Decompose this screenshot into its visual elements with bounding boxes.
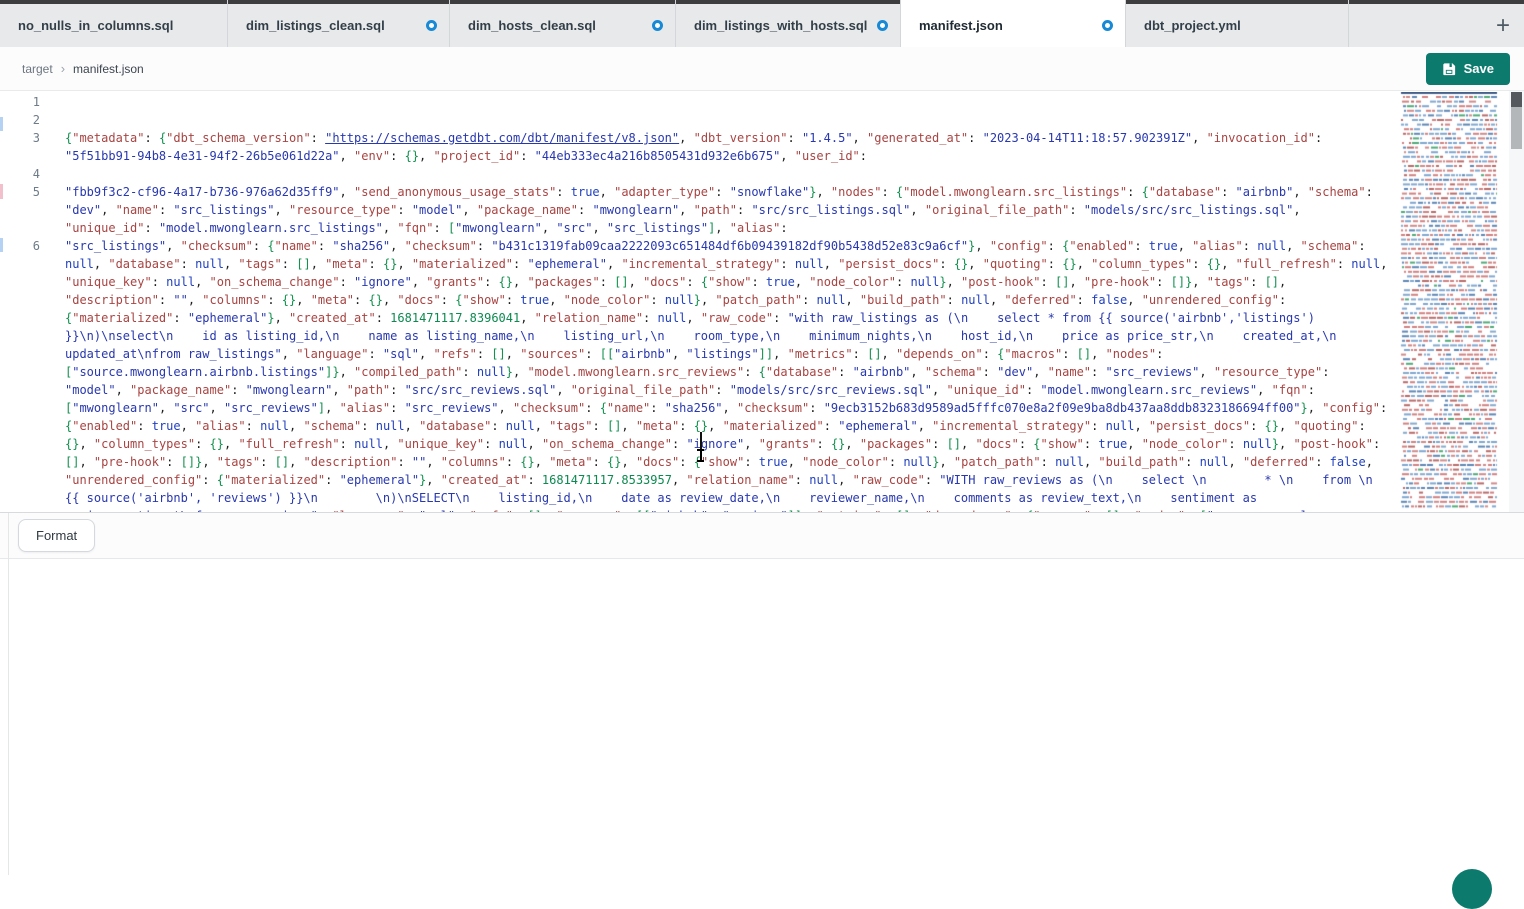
tab-label: dim_listings_clean.sql [246,18,385,33]
editor-footer-toolbar: Format [0,512,1524,559]
gutter-change-marker [0,184,3,199]
text-caret [700,432,702,449]
tab-manifest-json[interactable]: manifest.json [901,0,1126,47]
chevron-right-icon: › [61,61,65,76]
tab-label: dbt_project.yml [1144,18,1241,33]
unsaved-changes-dot[interactable] [1102,20,1113,31]
gutter-change-marker [0,117,3,131]
code-line: 1 [0,93,1524,111]
line-number: 5 [0,183,40,237]
code-text[interactable] [65,165,1394,183]
file-header-bar: target › manifest.json Save [0,47,1524,91]
tab-no-nulls-in-columns-sql[interactable]: no_nulls_in_columns.sql [0,0,228,47]
tab-dim-listings-with-hosts-sql[interactable]: dim_listings_with_hosts.sql [676,0,901,47]
code-line: 3 {"metadata": {"dbt_schema_version": "h… [0,129,1524,165]
code-text[interactable]: "fbb9f3c2-cf96-4a17-b736-976a62d35ff9", … [65,183,1394,237]
code-line: 5 "fbb9f3c2-cf96-4a17-b736-976a62d35ff9"… [0,183,1524,237]
minimap-canvas[interactable] [1400,92,1504,509]
unsaved-changes-dot[interactable] [652,20,663,31]
code-line: 2 [0,111,1524,129]
scrollbar-thumb[interactable] [1511,92,1522,107]
line-number: 6 [0,237,40,512]
code-text[interactable]: "src_listings", "checksum": {"name": "sh… [65,237,1394,512]
code-text[interactable] [65,93,1394,111]
code-text[interactable] [65,111,1394,129]
breadcrumb-folder: target [22,62,53,76]
line-number: 2 [0,111,40,129]
save-floppy-icon [1442,62,1456,76]
breadcrumb-file: manifest.json [73,62,144,76]
output-panel [0,559,1524,875]
line-number: 3 [0,129,40,165]
code-editor[interactable]: 1 2 3 {"metadata": {"dbt_schema_version"… [0,91,1524,512]
save-button-label: Save [1464,61,1494,76]
unsaved-changes-dot[interactable] [877,20,888,31]
minimap[interactable] [1400,92,1504,509]
tab-bar: no_nulls_in_columns.sql dim_listings_cle… [0,0,1524,47]
new-tab-button[interactable]: + [1496,16,1510,36]
scrollbar-thumb-secondary[interactable] [1511,107,1522,149]
tab-dbt-project-yml[interactable]: dbt_project.yml [1126,0,1349,47]
code-line: 6 "src_listings", "checksum": {"name": "… [0,237,1524,512]
tab-label: manifest.json [919,18,1003,33]
tab-dim-hosts-clean-sql[interactable]: dim_hosts_clean.sql [450,0,676,47]
tab-label: no_nulls_in_columns.sql [18,18,173,33]
save-button[interactable]: Save [1426,53,1510,85]
gutter-change-marker [0,238,3,252]
tab-dim-listings-clean-sql[interactable]: dim_listings_clean.sql [228,0,450,47]
scrollbar-vertical[interactable] [1509,91,1524,512]
code-text[interactable]: {"metadata": {"dbt_schema_version": "htt… [65,129,1394,165]
help-fab[interactable] [1452,869,1492,909]
breadcrumb: target › manifest.json [22,61,144,76]
tab-bar-filler: + [1349,0,1524,47]
mouse-ibeam-cursor [696,449,705,462]
line-number: 1 [0,93,40,111]
tab-label: dim_hosts_clean.sql [468,18,596,33]
line-number: 4 [0,165,40,183]
tab-label: dim_listings_with_hosts.sql [694,18,867,33]
panel-divider [8,513,9,875]
unsaved-changes-dot[interactable] [426,20,437,31]
code-line: 4 [0,165,1524,183]
format-button[interactable]: Format [18,519,95,552]
